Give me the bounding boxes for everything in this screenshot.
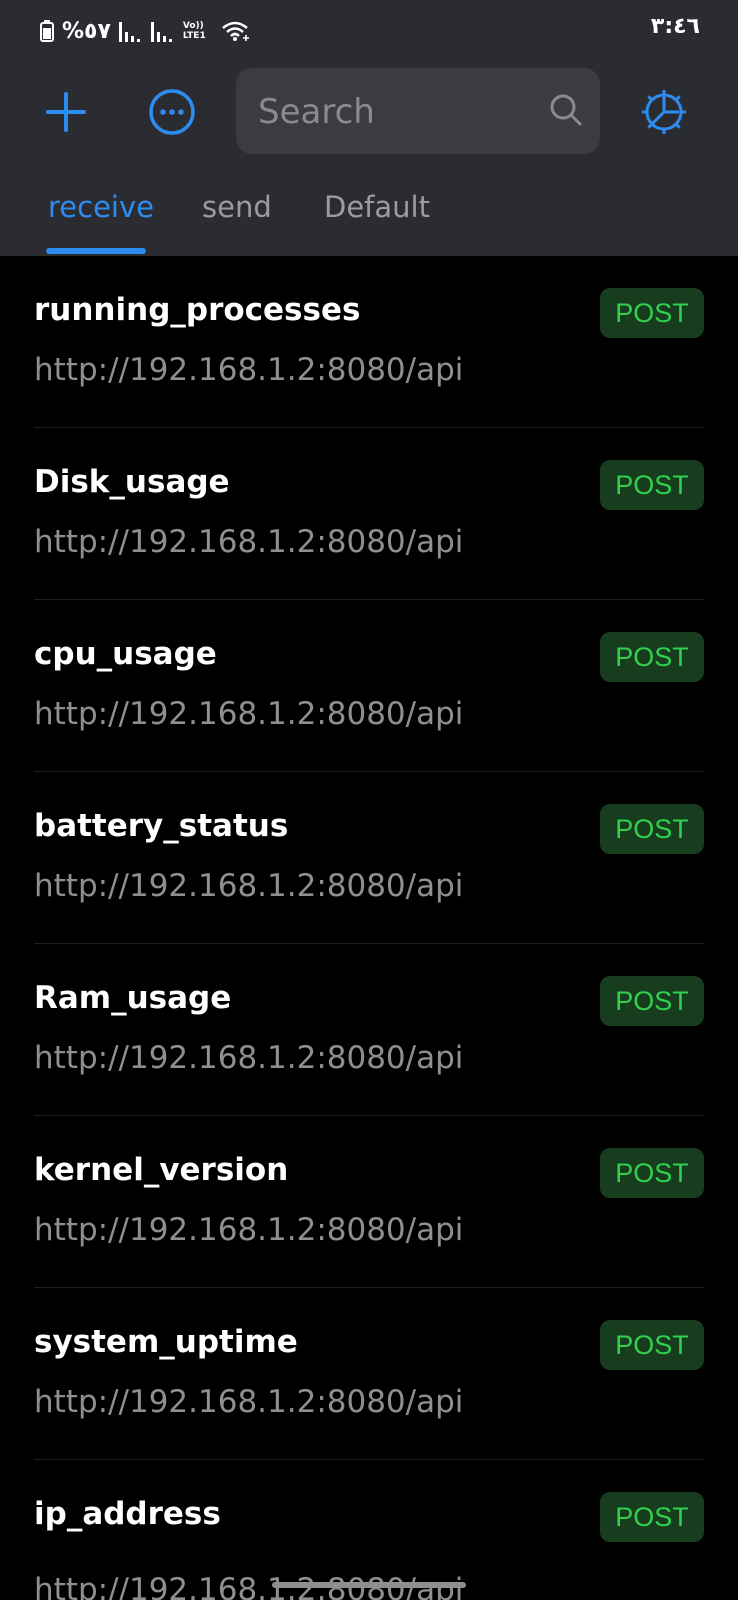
method-badge: POST (600, 460, 704, 510)
request-item[interactable]: Ram_usage http://192.168.1.2:8080/api PO… (0, 944, 738, 1116)
request-url: http://192.168.1.2:8080/api (34, 1040, 464, 1076)
signal-bars-icon (118, 20, 143, 42)
header: %٥٧ Vo)) LTE1 ٣:٤٦ Search receive send D… (0, 0, 738, 256)
request-item[interactable]: running_processes http://192.168.1.2:808… (0, 256, 738, 428)
method-badge: POST (600, 1320, 704, 1370)
request-url: http://192.168.1.2:8080/api (34, 1212, 464, 1248)
method-badge: POST (600, 976, 704, 1026)
request-url: http://192.168.1.2:8080/api (34, 352, 464, 388)
request-item[interactable]: system_uptime http://192.168.1.2:8080/ap… (0, 1288, 738, 1460)
method-badge: POST (600, 632, 704, 682)
method-badge: POST (600, 804, 704, 854)
request-item[interactable]: Disk_usage http://192.168.1.2:8080/api P… (0, 428, 738, 600)
request-url: http://192.168.1.2:8080/api (34, 524, 464, 560)
gear-icon (639, 87, 689, 137)
request-name: cpu_usage (34, 636, 217, 672)
request-url: http://192.168.1.2:8080/api (34, 696, 464, 732)
method-badge: POST (600, 288, 704, 338)
plus-icon (44, 90, 88, 134)
toolbar (0, 68, 738, 156)
tab-bar: receive send Default (0, 176, 738, 256)
request-name: kernel_version (34, 1152, 289, 1188)
active-tab-indicator (46, 248, 146, 254)
tab-default[interactable]: Default (324, 190, 430, 256)
volte-label: Vo)) LTE1 (182, 21, 206, 41)
request-url: http://192.168.1.2:8080/api (34, 868, 464, 904)
tab-send[interactable]: send (202, 190, 272, 256)
request-name: Disk_usage (34, 464, 230, 500)
settings-button[interactable] (634, 68, 694, 156)
signal-bars-icon (150, 20, 175, 42)
method-badge: POST (600, 1148, 704, 1198)
clock: ٣:٤٦ (650, 14, 700, 39)
request-name: Ram_usage (34, 980, 232, 1016)
status-bar-left: %٥٧ Vo)) LTE1 (40, 14, 251, 48)
request-name: system_uptime (34, 1324, 298, 1360)
search-input[interactable] (256, 68, 530, 156)
request-item[interactable]: battery_status http://192.168.1.2:8080/a… (0, 772, 738, 944)
battery-icon (40, 20, 54, 42)
request-list: running_processes http://192.168.1.2:808… (0, 256, 738, 1600)
status-bar: %٥٧ Vo)) LTE1 ٣:٤٦ (0, 0, 738, 60)
more-horizontal-circle-icon (148, 88, 196, 136)
tab-receive[interactable]: receive (48, 190, 154, 256)
request-url: http://192.168.1.2:8080/api (34, 1384, 464, 1420)
search-icon[interactable] (548, 92, 584, 128)
method-badge: POST (600, 1492, 704, 1542)
home-indicator[interactable] (272, 1582, 466, 1588)
battery-level: %٥٧ (62, 18, 111, 44)
add-button[interactable] (36, 68, 96, 156)
request-item[interactable]: kernel_version http://192.168.1.2:8080/a… (0, 1116, 738, 1288)
request-item[interactable]: cpu_usage http://192.168.1.2:8080/api PO… (0, 600, 738, 772)
wifi-icon (221, 20, 251, 42)
request-name: running_processes (34, 292, 361, 328)
request-name: battery_status (34, 808, 289, 844)
request-name: ip_address (34, 1496, 221, 1532)
request-item[interactable]: ip_address http://192.168.1.2:8080/api P… (0, 1460, 738, 1600)
search-box[interactable] (236, 68, 600, 156)
more-options-button[interactable] (142, 68, 202, 156)
